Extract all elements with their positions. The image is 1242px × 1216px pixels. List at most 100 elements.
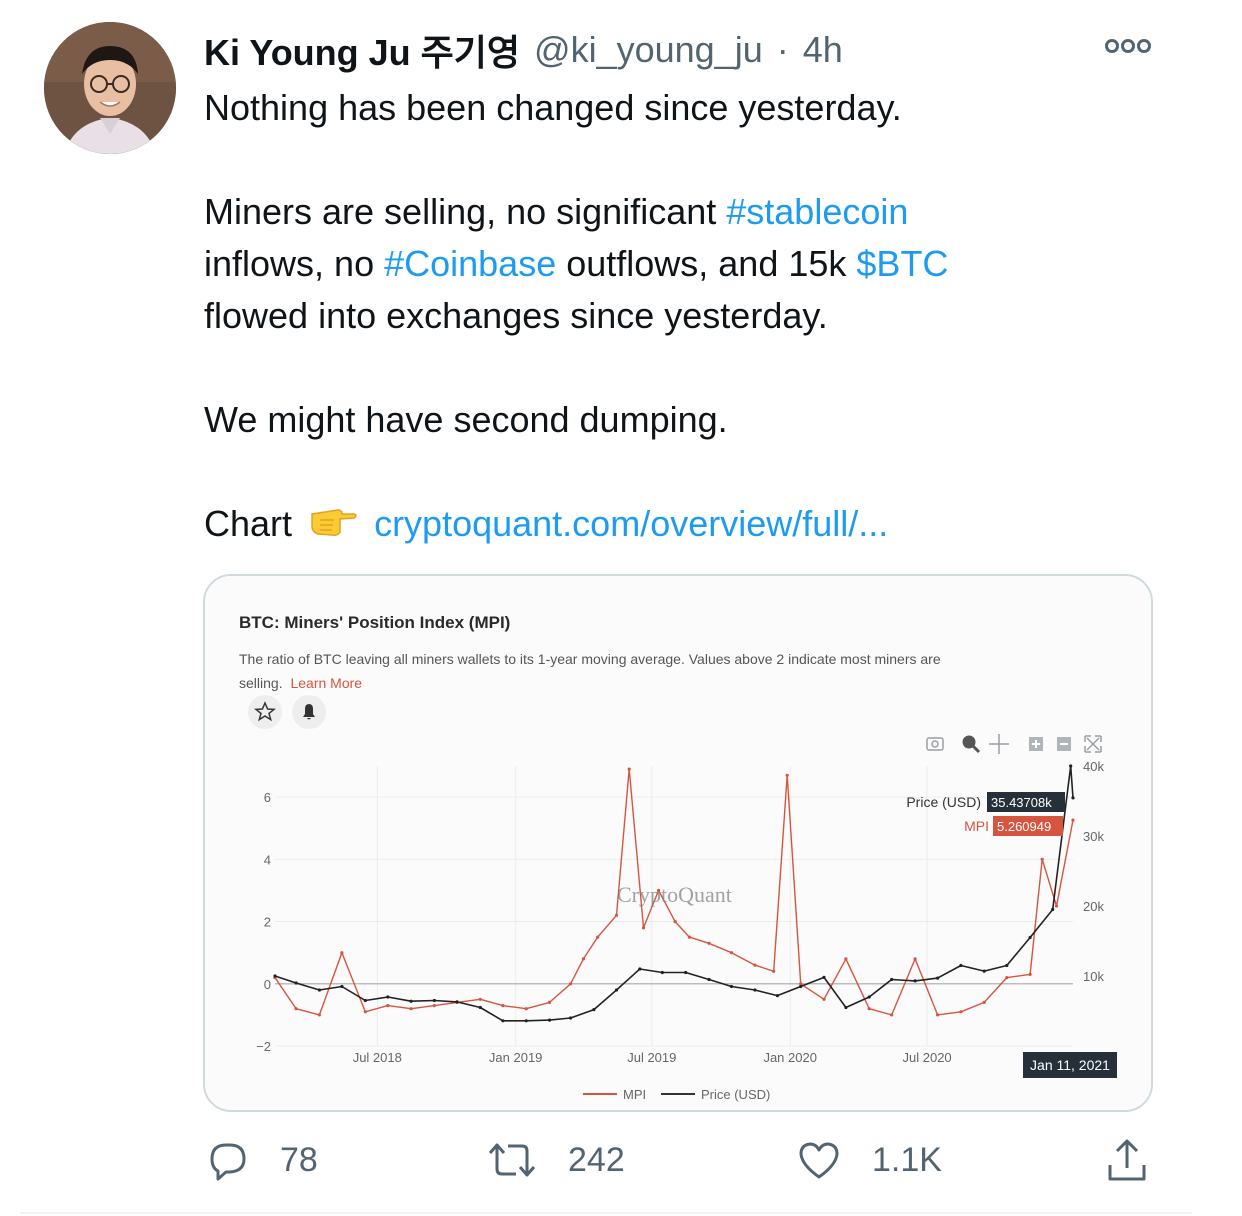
- price-series-line-point: [569, 1016, 573, 1020]
- price-series-line-point: [890, 977, 894, 982]
- divider: [20, 1212, 1192, 1214]
- price-series-line-point: [409, 999, 413, 1003]
- price-series-line-point: [753, 988, 757, 992]
- mpi-series-line-point: [432, 1004, 436, 1008]
- x-tick-label: Jul 2019: [627, 1050, 676, 1065]
- more-options-icon[interactable]: [1102, 30, 1154, 62]
- notification-bell-button[interactable]: [292, 695, 326, 729]
- price-series-line-point: [592, 1008, 596, 1012]
- mpi-hover-value: 5.260949: [997, 819, 1051, 834]
- price-series-line-point: [1071, 796, 1075, 800]
- legend-price-label[interactable]: Price (USD): [701, 1087, 770, 1102]
- chart-card-description-2: selling.: [239, 675, 283, 691]
- mpi-series-line-point: [294, 1007, 298, 1011]
- mpi-series-line-point: [753, 963, 757, 967]
- mpi-series-line-point: [596, 935, 600, 939]
- mpi-series-line-point: [822, 997, 826, 1001]
- zoom-out-icon[interactable]: [1057, 737, 1071, 751]
- zoom-in-icon[interactable]: [1029, 737, 1043, 751]
- tweet-line-1: Nothing has been changed since yesterday…: [204, 87, 902, 128]
- svg-text:selling. Learn More: selling. Learn More: [239, 675, 362, 691]
- tweet-text-segment: inflows, no: [204, 243, 385, 284]
- y-right-tick-label: 30k: [1083, 829, 1104, 844]
- x-tick-label: Jul 2020: [903, 1050, 952, 1065]
- heart-icon: [799, 1142, 839, 1179]
- chart-card-description-1: The ratio of BTC leaving all miners wall…: [239, 651, 941, 667]
- like-button[interactable]: 1.1K: [796, 1130, 942, 1190]
- chart-screenshot: BTC: Miners' Position Index (MPI) The ra…: [205, 576, 1151, 1110]
- cashtag-btc-link[interactable]: $BTC: [856, 243, 948, 284]
- author-name[interactable]: Ki Young Ju 주기영: [204, 24, 520, 76]
- mpi-series-line-point: [627, 767, 631, 771]
- author-handle[interactable]: @ki_young_ju: [534, 29, 763, 71]
- y-left-tick-label: −2: [256, 1039, 271, 1054]
- mpi-series-line-point: [1054, 904, 1059, 908]
- retweet-icon: [488, 1143, 536, 1177]
- mpi-series-line-point: [913, 957, 917, 961]
- price-series-line-point: [340, 984, 344, 989]
- reply-button[interactable]: 78: [204, 1130, 318, 1190]
- mpi-series-line-point: [317, 1013, 321, 1017]
- mpi-series-line-point: [547, 1000, 552, 1004]
- price-series-line-point: [959, 963, 963, 968]
- y-right-tick-label: 20k: [1083, 899, 1104, 914]
- price-series-line-point: [982, 969, 986, 973]
- tweet-actions: 78 242 1.1K: [0, 1130, 1242, 1190]
- mpi-series-line-point: [982, 1000, 986, 1004]
- x-tick-label: Jan 2020: [763, 1050, 817, 1065]
- price-series-line-point: [822, 975, 826, 979]
- mpi-series-line-point: [614, 913, 619, 917]
- y-right-tick-label: 10k: [1083, 969, 1104, 984]
- chart-watermark: CryptoQuant: [617, 882, 732, 907]
- hashtag-stablecoin-link[interactable]: #stablecoin: [726, 191, 908, 232]
- retweet-button[interactable]: 242: [486, 1130, 625, 1190]
- tweet-text-segment: Miners are selling, no significant: [204, 191, 727, 232]
- tweet-text: Nothing has been changed since yesterday…: [204, 82, 1204, 552]
- price-series-line-point: [363, 998, 367, 1003]
- price-series-line-point: [501, 1019, 505, 1023]
- price-series-line-point: [707, 977, 711, 982]
- learn-more-link[interactable]: Learn More: [290, 675, 362, 691]
- legend-mpi-label[interactable]: MPI: [623, 1087, 646, 1102]
- mpi-hover-label: MPI: [964, 818, 989, 834]
- retweet-count: 242: [568, 1140, 625, 1179]
- x-tick-label: Jul 2018: [353, 1050, 402, 1065]
- y-left-tick-label: 6: [264, 790, 271, 805]
- avatar[interactable]: [44, 22, 176, 154]
- price-series-line-point: [729, 984, 734, 989]
- price-series-line-point: [614, 988, 619, 992]
- mpi-series-line-point: [1040, 857, 1044, 861]
- tweet-chart-line: Chart cryptoquant.com/overview/full/...: [204, 498, 1204, 552]
- mpi-series-line-point: [478, 997, 482, 1001]
- price-series-line-point: [660, 970, 664, 975]
- hashtag-coinbase-link[interactable]: #Coinbase: [384, 243, 556, 284]
- share-button[interactable]: [1104, 1130, 1150, 1190]
- price-series-line-point: [1028, 935, 1032, 940]
- price-series-line-point: [936, 976, 940, 980]
- favorite-star-button[interactable]: [248, 695, 282, 729]
- price-series-line-point: [1005, 963, 1009, 968]
- mpi-series-line-point: [959, 1010, 963, 1014]
- mpi-series-line-point: [772, 969, 776, 973]
- price-hover-label: Price (USD): [906, 794, 981, 810]
- header-separator: ·: [776, 29, 789, 70]
- price-series-line-point: [432, 998, 436, 1003]
- price-series-line-point: [1051, 907, 1055, 912]
- tweet-timestamp[interactable]: 4h: [803, 29, 843, 71]
- tweet-text-segment: outflows, and 15k: [556, 243, 857, 284]
- price-series-line-point: [386, 995, 390, 999]
- chart-url-link[interactable]: cryptoquant.com/overview/full/...: [374, 503, 888, 544]
- price-series-line-point: [547, 1018, 552, 1022]
- price-hover-value: 35.43708k: [991, 795, 1052, 810]
- mpi-series-line-point: [729, 951, 734, 955]
- media-card[interactable]: BTC: Miners' Position Index (MPI) The ra…: [203, 574, 1153, 1112]
- mpi-series-line-point: [501, 1004, 505, 1008]
- mpi-series-line-point: [581, 957, 585, 961]
- mpi-series-line-point: [524, 1007, 528, 1011]
- mpi-series-line-point: [1005, 976, 1009, 980]
- price-series-line-point: [317, 988, 321, 992]
- tweet-paragraph-2: Miners are selling, no significant #stab…: [204, 186, 1204, 342]
- y-left-tick-label: 0: [264, 977, 271, 992]
- price-series-line-point: [775, 994, 780, 998]
- mpi-series-line-point: [785, 773, 789, 777]
